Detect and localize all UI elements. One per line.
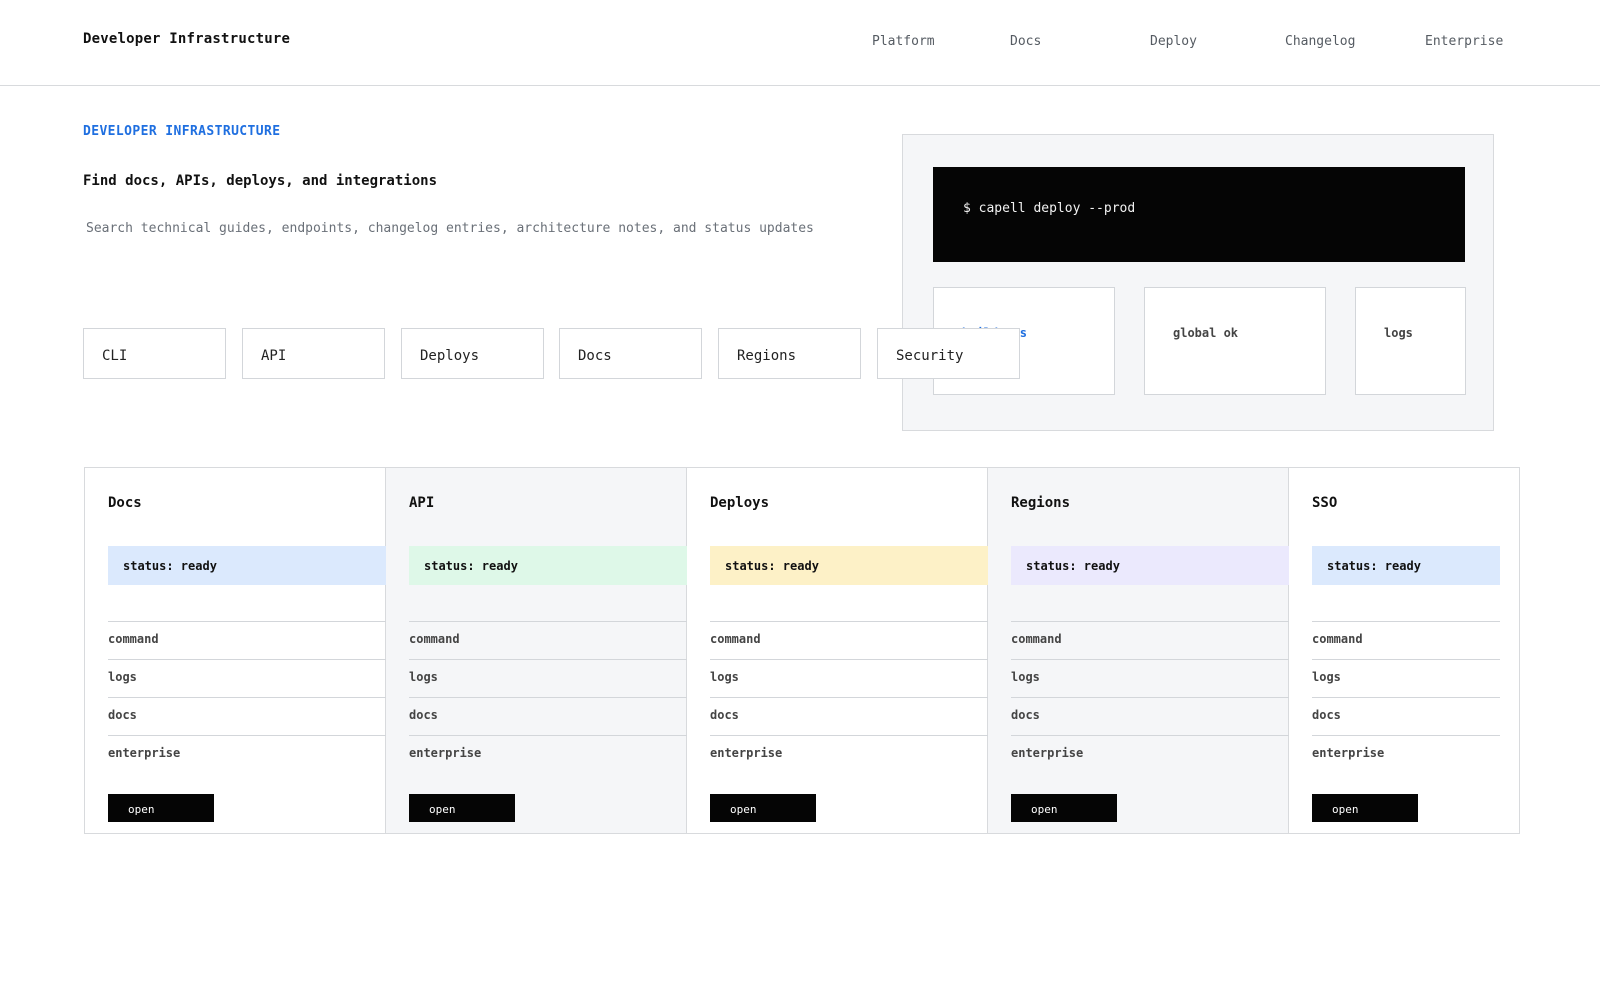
- card-rows: command logs docs enterprise: [1011, 621, 1289, 773]
- list-item[interactable]: command: [1312, 621, 1500, 659]
- list-item[interactable]: docs: [409, 697, 687, 735]
- terminal-command: $ capell deploy --prod: [933, 167, 1465, 262]
- card-title: API: [409, 495, 435, 511]
- card-docs: Docs status: ready command logs docs ent…: [85, 468, 386, 833]
- card-title: Regions: [1011, 495, 1071, 511]
- list-item[interactable]: logs: [1312, 659, 1500, 697]
- hero-subline: Search technical guides, endpoints, chan…: [86, 221, 814, 236]
- card-deploys: Deploys status: ready command logs docs …: [687, 468, 988, 833]
- list-item[interactable]: logs: [108, 659, 386, 697]
- card-rows: command logs docs enterprise: [1312, 621, 1500, 773]
- chip-deploys[interactable]: Deploys: [401, 328, 544, 379]
- nav-docs[interactable]: Docs: [1010, 34, 1041, 49]
- chip-regions[interactable]: Regions: [718, 328, 861, 379]
- open-button[interactable]: open: [1312, 794, 1418, 822]
- card-title: Deploys: [710, 495, 770, 511]
- card-api: API status: ready command logs docs ente…: [386, 468, 687, 833]
- status-badge: status: ready: [1312, 546, 1500, 585]
- list-item[interactable]: docs: [1312, 697, 1500, 735]
- nav-changelog[interactable]: Changelog: [1285, 34, 1355, 49]
- card-rows: command logs docs enterprise: [108, 621, 386, 773]
- hero-eyebrow: DEVELOPER INFRASTRUCTURE: [83, 124, 281, 139]
- nav-platform[interactable]: Platform: [872, 34, 935, 49]
- top-bar: Developer Infrastructure Platform Docs D…: [0, 0, 1600, 86]
- preview-tile-global[interactable]: global ok: [1144, 287, 1326, 395]
- deploy-preview-panel: $ capell deploy --prod build 42s global …: [902, 134, 1494, 431]
- hero-headline: Find docs, APIs, deploys, and integratio…: [83, 173, 438, 189]
- list-item[interactable]: command: [409, 621, 687, 659]
- list-item[interactable]: docs: [108, 697, 386, 735]
- chip-docs[interactable]: Docs: [559, 328, 702, 379]
- preview-tile-logs[interactable]: logs: [1355, 287, 1466, 395]
- list-item[interactable]: enterprise: [710, 735, 988, 773]
- status-badge: status: ready: [710, 546, 988, 585]
- card-title: Docs: [108, 495, 142, 511]
- list-item[interactable]: docs: [1011, 697, 1289, 735]
- list-item[interactable]: logs: [409, 659, 687, 697]
- nav-enterprise[interactable]: Enterprise: [1425, 34, 1503, 49]
- chip-api[interactable]: API: [242, 328, 385, 379]
- list-item[interactable]: docs: [710, 697, 988, 735]
- card-title: SSO: [1312, 495, 1338, 511]
- list-item[interactable]: enterprise: [108, 735, 386, 773]
- card-rows: command logs docs enterprise: [710, 621, 988, 773]
- service-cards: Docs status: ready command logs docs ent…: [84, 467, 1520, 834]
- status-badge: status: ready: [409, 546, 687, 585]
- list-item[interactable]: command: [108, 621, 386, 659]
- list-item[interactable]: enterprise: [1011, 735, 1289, 773]
- list-item[interactable]: enterprise: [409, 735, 687, 773]
- card-sso: SSO status: ready command logs docs ente…: [1289, 468, 1519, 833]
- status-badge: status: ready: [108, 546, 386, 585]
- open-button[interactable]: open: [710, 794, 816, 822]
- brand-title[interactable]: Developer Infrastructure: [83, 31, 290, 47]
- status-badge: status: ready: [1011, 546, 1289, 585]
- list-item[interactable]: command: [710, 621, 988, 659]
- nav-deploy[interactable]: Deploy: [1150, 34, 1197, 49]
- list-item[interactable]: enterprise: [1312, 735, 1500, 773]
- list-item[interactable]: logs: [710, 659, 988, 697]
- card-rows: command logs docs enterprise: [409, 621, 687, 773]
- open-button[interactable]: open: [108, 794, 214, 822]
- open-button[interactable]: open: [1011, 794, 1117, 822]
- open-button[interactable]: open: [409, 794, 515, 822]
- chip-security[interactable]: Security: [877, 328, 1020, 379]
- chip-cli[interactable]: CLI: [83, 328, 226, 379]
- list-item[interactable]: logs: [1011, 659, 1289, 697]
- card-regions: Regions status: ready command logs docs …: [988, 468, 1289, 833]
- list-item[interactable]: command: [1011, 621, 1289, 659]
